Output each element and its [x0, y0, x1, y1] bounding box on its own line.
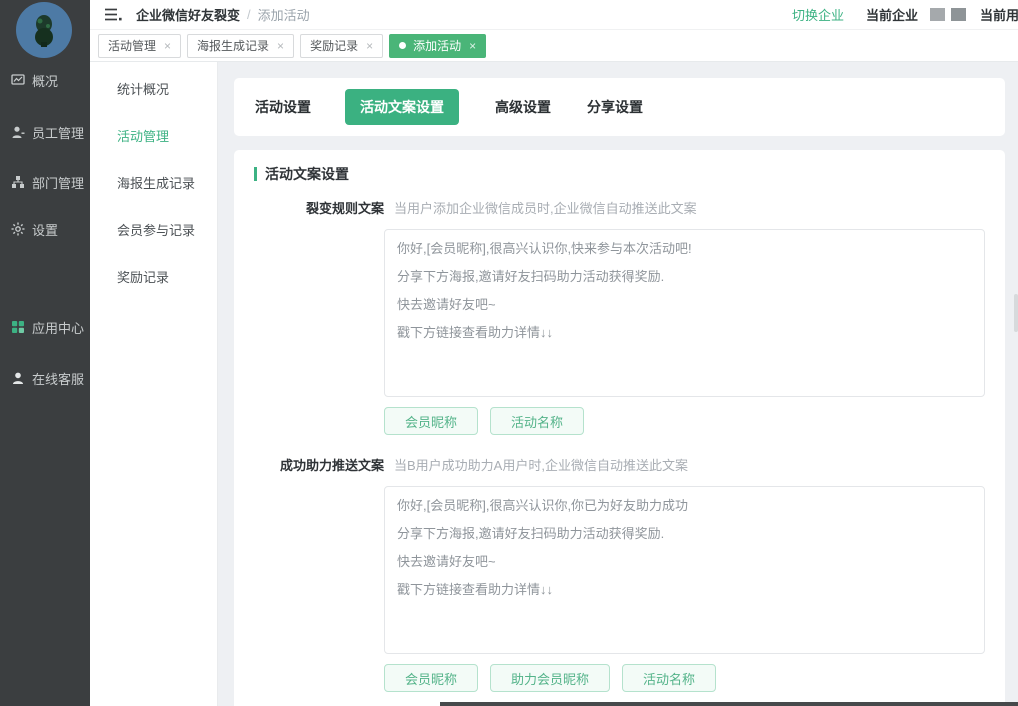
- fission-rule-copy-textarea[interactable]: 你好,[会员昵称],很高兴认识你,快来参与本次活动吧! 分享下方海报,邀请好友扫…: [384, 229, 985, 397]
- breadcrumb-app-name[interactable]: 企业微信好友裂变: [136, 5, 240, 24]
- assist-success-copy-textarea[interactable]: 你好,[会员昵称],很高兴认识你,你已为好友助力成功 分享下方海报,邀请好友扫码…: [384, 486, 985, 654]
- apps-grid-icon: [11, 320, 25, 334]
- group-head: 成功助力推送文案 当B用户成功助力A用户时,企业微信自动推送此文案: [254, 455, 985, 474]
- subnav-item-member-participation[interactable]: 会员参与记录: [90, 207, 217, 254]
- subnav-item-statistics-overview[interactable]: 统计概况: [90, 66, 217, 113]
- insert-token-buttons: 会员昵称 活动名称: [384, 407, 985, 435]
- field-label: 裂变规则文案: [254, 198, 384, 217]
- open-tabs-bar: 活动管理 × 海报生成记录 × 奖励记录 × 添加活动 ×: [90, 30, 1018, 62]
- employee-icon: [11, 125, 25, 139]
- field-hint: 当B用户成功助力A用户时,企业微信自动推送此文案: [394, 455, 688, 474]
- tab-share-settings[interactable]: 分享设置: [587, 89, 643, 125]
- insert-activity-name-button[interactable]: 活动名称: [622, 664, 716, 692]
- assist-success-copy-group: 成功助力推送文案 当B用户成功助力A用户时,企业微信自动推送此文案 你好,[会员…: [254, 455, 985, 692]
- current-user-label: 当前用户: [980, 5, 1018, 24]
- tab-chip-activity-management[interactable]: 活动管理 ×: [98, 34, 181, 58]
- scrollbar-thumb[interactable]: [1014, 294, 1018, 332]
- sidebar-item-label: 概况: [32, 71, 58, 90]
- insert-activity-name-button[interactable]: 活动名称: [490, 407, 584, 435]
- tab-chip-label: 活动管理: [108, 37, 156, 54]
- sidebar-item-label: 部门管理: [32, 173, 84, 192]
- sidebar-item-app-center[interactable]: 应用中心: [0, 316, 90, 338]
- support-agent-icon: [11, 371, 25, 385]
- tab-activity-settings[interactable]: 活动设置: [255, 89, 311, 125]
- tab-chip-label: 奖励记录: [310, 37, 358, 54]
- insert-assist-member-nickname-button[interactable]: 助力会员昵称: [490, 664, 610, 692]
- department-icon: [11, 175, 25, 189]
- sidebar-item-label: 应用中心: [32, 318, 84, 337]
- sidebar-item-label: 在线客服: [32, 369, 84, 388]
- copywriting-form-card: 活动文案设置 裂变规则文案 当用户添加企业微信成员时,企业微信自动推送此文案 你…: [234, 150, 1005, 706]
- secondary-sidebar: 统计概况 活动管理 海报生成记录 会员参与记录 奖励记录: [90, 62, 218, 706]
- tab-chip-label: 添加活动: [413, 37, 461, 54]
- tab-chip-label: 海报生成记录: [197, 37, 269, 54]
- current-company-label: 当前企业: [866, 5, 918, 24]
- tab-chip-reward-records[interactable]: 奖励记录 ×: [300, 34, 383, 58]
- field-hint: 当用户添加企业微信成员时,企业微信自动推送此文案: [394, 198, 697, 217]
- breadcrumb-current-page: 添加活动: [258, 5, 310, 24]
- close-icon[interactable]: ×: [469, 39, 476, 53]
- app-logo[interactable]: [16, 2, 72, 58]
- tab-copywriting-settings[interactable]: 活动文案设置: [345, 89, 459, 125]
- settings-tabs-card: 活动设置 活动文案设置 高级设置 分享设置: [234, 78, 1005, 136]
- breadcrumb-separator: /: [247, 7, 251, 22]
- app-window: 概况 员工管理 部门管理: [0, 0, 1018, 706]
- collapse-menu-icon[interactable]: [104, 8, 122, 21]
- subnav-item-activity-management[interactable]: 活动管理: [90, 113, 217, 160]
- close-icon[interactable]: ×: [277, 39, 284, 53]
- user-avatar-thumbnail: [951, 8, 966, 21]
- switch-company-link[interactable]: 切换企业: [792, 5, 844, 24]
- topbar-right-group: 切换企业 当前企业 当前用户: [792, 5, 1018, 24]
- sidebar-item-settings[interactable]: 设置: [0, 218, 90, 240]
- group-body: 你好,[会员昵称],很高兴认识你,你已为好友助力成功 分享下方海报,邀请好友扫码…: [384, 486, 985, 692]
- group-head: 裂变规则文案 当用户添加企业微信成员时,企业微信自动推送此文案: [254, 198, 985, 217]
- fission-rule-copy-group: 裂变规则文案 当用户添加企业微信成员时,企业微信自动推送此文案 你好,[会员昵称…: [254, 198, 985, 435]
- tab-advanced-settings[interactable]: 高级设置: [495, 89, 551, 125]
- company-logo-thumbnail: [930, 8, 945, 21]
- tab-chip-add-activity[interactable]: 添加活动 ×: [389, 34, 486, 58]
- overview-icon: [11, 73, 25, 87]
- sidebar-item-employees[interactable]: 员工管理: [0, 121, 90, 143]
- topbar: 企业微信好友裂变 / 添加活动 切换企业 当前企业 当前用户: [90, 0, 1018, 30]
- sidebar-item-overview[interactable]: 概况: [0, 69, 90, 91]
- section-accent-bar: [254, 167, 257, 181]
- sidebar-item-label: 设置: [32, 220, 58, 239]
- tab-chip-poster-records[interactable]: 海报生成记录 ×: [187, 34, 294, 58]
- active-dot-icon: [399, 42, 406, 49]
- logo-mascot-icon: [29, 12, 59, 48]
- section-title-text: 活动文案设置: [265, 164, 349, 184]
- sidebar-item-departments[interactable]: 部门管理: [0, 171, 90, 193]
- insert-token-buttons: 会员昵称 助力会员昵称 活动名称: [384, 664, 985, 692]
- section-header: 活动文案设置: [254, 164, 985, 184]
- insert-member-nickname-button[interactable]: 会员昵称: [384, 407, 478, 435]
- main-content: 活动设置 活动文案设置 高级设置 分享设置 活动文案设置 裂变规则文案 当用户添…: [218, 62, 1018, 706]
- insert-member-nickname-button[interactable]: 会员昵称: [384, 664, 478, 692]
- close-icon[interactable]: ×: [164, 39, 171, 53]
- sidebar-item-label: 员工管理: [32, 123, 84, 142]
- primary-sidebar: 概况 员工管理 部门管理: [0, 0, 90, 706]
- sidebar-item-online-support[interactable]: 在线客服: [0, 367, 90, 389]
- subnav-item-reward-records[interactable]: 奖励记录: [90, 254, 217, 301]
- below-fold-content-edge: [440, 702, 1018, 706]
- subnav-item-poster-records[interactable]: 海报生成记录: [90, 160, 217, 207]
- settings-gear-icon: [11, 222, 25, 236]
- close-icon[interactable]: ×: [366, 39, 373, 53]
- field-label: 成功助力推送文案: [254, 455, 384, 474]
- group-body: 你好,[会员昵称],很高兴认识你,快来参与本次活动吧! 分享下方海报,邀请好友扫…: [384, 229, 985, 435]
